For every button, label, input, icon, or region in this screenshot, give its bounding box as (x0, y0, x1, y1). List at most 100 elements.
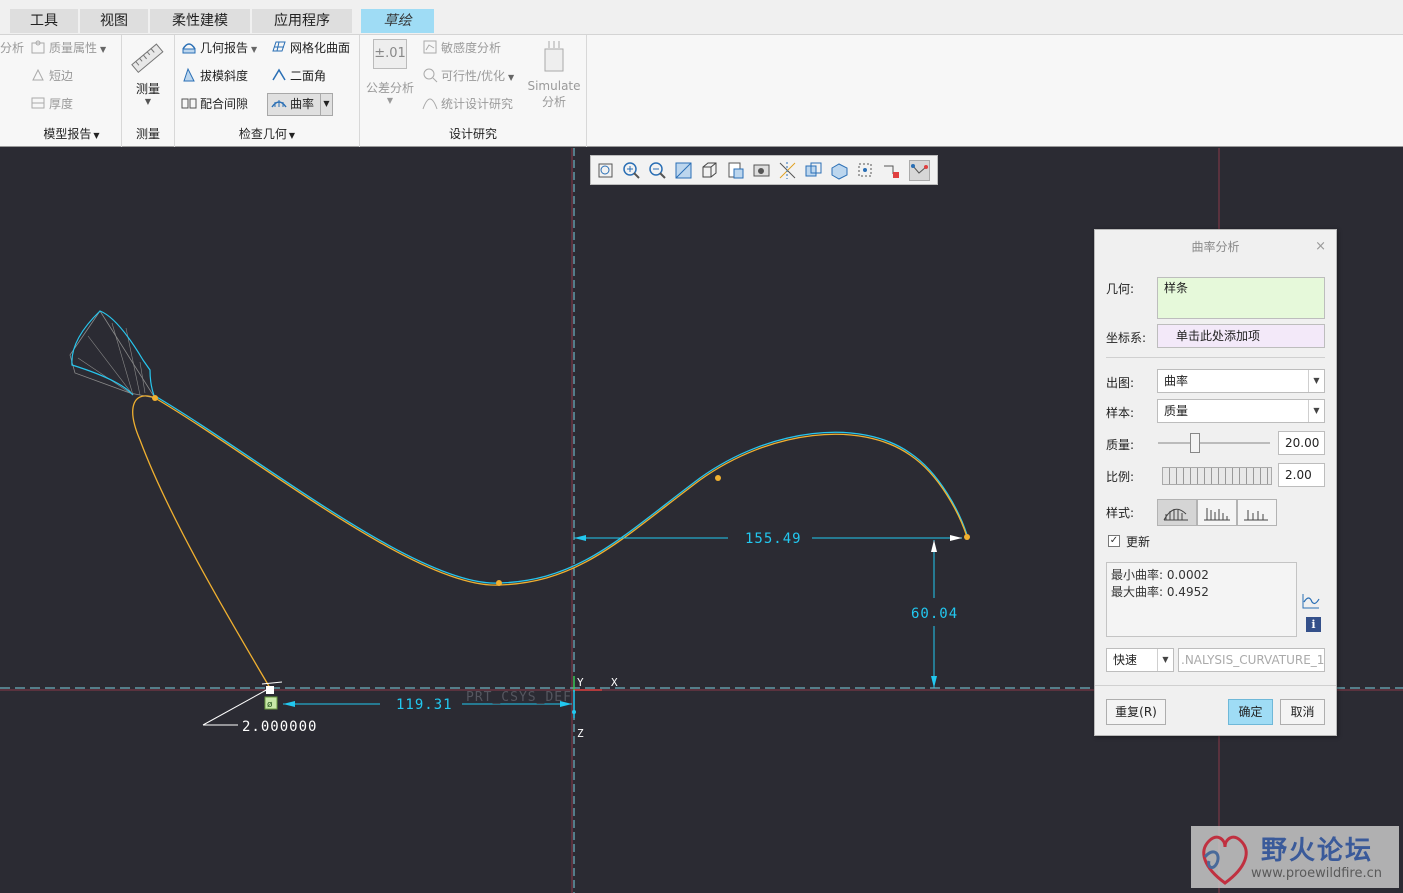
tab-tools[interactable]: 工具 (10, 9, 78, 33)
spline-point-3[interactable] (715, 475, 721, 481)
short-edge-button[interactable]: 短边 (30, 66, 73, 86)
graphics-toolbar (590, 155, 938, 185)
zoom-in-icon[interactable] (621, 160, 642, 181)
mesh-surface-label: 网格化曲面 (290, 41, 351, 55)
spline-point-1[interactable] (152, 395, 158, 401)
plot-select[interactable]: 曲率 ▼ (1157, 369, 1325, 393)
cancel-button[interactable]: 取消 (1280, 699, 1325, 725)
geometry-collector[interactable]: 样条 (1157, 277, 1325, 319)
clearance-button[interactable]: 配合间隙 (181, 94, 248, 114)
statistical-study-button[interactable]: 统计设计研究 (422, 94, 513, 114)
tab-applications[interactable]: 应用程序 (252, 9, 352, 33)
spline-point-2[interactable] (496, 580, 502, 586)
style-comb-button[interactable] (1157, 499, 1197, 526)
tolerance-analysis-label: 公差分析 (365, 81, 414, 95)
chevron-down-icon[interactable]: ▼ (320, 94, 332, 115)
chevron-down-icon: ▼ (386, 96, 394, 105)
measure-button[interactable]: 测量 ▼ (128, 39, 168, 106)
lines-style-icon (1244, 510, 1268, 521)
thickness-icon (30, 95, 46, 111)
vertex-display-icon[interactable] (909, 160, 930, 181)
scale-input[interactable]: 2.00 (1278, 463, 1325, 487)
thickness-button[interactable]: 厚度 (30, 94, 73, 114)
csys-collector[interactable]: 单击此处添加项 (1157, 324, 1325, 348)
dimension-vertical-60[interactable]: 60.04 (911, 540, 958, 688)
dihedral-angle-button[interactable]: 二面角 (271, 66, 326, 86)
update-checkbox[interactable]: ✓ (1108, 535, 1120, 547)
ok-button[interactable]: 确定 (1228, 699, 1273, 725)
draft-button[interactable]: 拔模斜度 (181, 66, 248, 86)
info-icon[interactable]: i (1306, 617, 1321, 632)
chevron-down-icon[interactable]: ▼ (1157, 649, 1173, 671)
axis-z-label: Z (577, 727, 584, 740)
zoom-out-icon[interactable] (647, 160, 668, 181)
group-design-study: ±.01 公差分析 ▼ 敏感度分析 可行性/优化 ▼ 统计设计研究 Simulat… (360, 35, 587, 147)
clearance-icon (181, 95, 197, 111)
spin-center-icon[interactable] (803, 160, 824, 181)
curvature-comb (69, 310, 968, 584)
group-label-model-report[interactable]: 模型报告 ▼ (22, 123, 121, 145)
feasibility-button[interactable]: 可行性/优化 ▼ (422, 66, 514, 86)
refit-icon[interactable] (595, 160, 616, 181)
watermark-title: 野火论坛 (1261, 836, 1374, 866)
tolerance-icon: ±.01 (373, 39, 407, 69)
datum-display-icon[interactable] (777, 160, 798, 181)
close-icon[interactable]: × (1315, 230, 1326, 264)
curvature-label: 曲率 (290, 97, 315, 111)
quality-slider-track[interactable] (1158, 442, 1270, 444)
endpoint-marker[interactable] (266, 686, 274, 694)
coordinate-system[interactable]: PRT_CSYS_DEF Y X Z (466, 676, 618, 740)
group-model-report: 质量属性 ▼ 短边 厚度 模型报告 ▼ (22, 35, 122, 147)
repaint-icon[interactable] (673, 160, 694, 181)
mode-select[interactable]: 快速 ▼ (1106, 648, 1174, 672)
plot-select-value: 曲率 (1164, 374, 1189, 388)
group-label-design-study: 设计研究 (448, 127, 497, 141)
sample-select-value: 质量 (1164, 404, 1189, 418)
display-style-icon[interactable] (699, 160, 720, 181)
short-edge-label: 短边 (49, 69, 74, 83)
analysis-name-input[interactable]: .NALYSIS_CURVATURE_1 (1178, 648, 1325, 672)
group-measure: 测量 ▼ 测量 (122, 35, 175, 147)
curvature-button[interactable]: 曲率 ▼ (267, 93, 333, 116)
comb-style-icon (1163, 508, 1188, 521)
graph-icon[interactable] (1301, 590, 1321, 610)
saved-orientations-icon[interactable] (725, 160, 746, 181)
style-lines-button[interactable] (1237, 499, 1277, 526)
divider (1095, 685, 1336, 686)
scale-wheel[interactable] (1162, 467, 1272, 485)
update-label: 更新 (1126, 535, 1151, 549)
feasibility-label: 可行性/优化 (441, 69, 506, 83)
mass-properties-button[interactable]: 质量属性 ▼ (30, 38, 106, 58)
sample-select[interactable]: 质量 ▼ (1157, 399, 1325, 423)
max-curvature-text: 最大曲率: 0.4952 (1111, 585, 1209, 599)
style-bars-button[interactable] (1197, 499, 1237, 526)
constraint-display-icon[interactable] (881, 160, 902, 181)
quality-input[interactable]: 20.00 (1278, 431, 1325, 455)
repeat-button[interactable]: 重复(R) (1106, 699, 1166, 725)
sensitivity-analysis-button[interactable]: 敏感度分析 (422, 38, 501, 58)
simulate-analysis-button[interactable]: Simulate 分析 (526, 39, 582, 110)
spline[interactable] (132, 395, 970, 689)
mesh-surface-button[interactable]: 网格化曲面 (271, 38, 350, 58)
chevron-down-icon[interactable]: ▼ (1308, 370, 1324, 392)
tab-flexible-modeling[interactable]: 柔性建模 (150, 9, 250, 33)
mode-select-value: 快速 (1113, 653, 1138, 667)
geometry-report-button[interactable]: 几何报告 ▼ (181, 38, 257, 58)
tab-view[interactable]: 视图 (80, 9, 148, 33)
dialog-title[interactable]: 曲率分析 (1095, 230, 1336, 264)
axis-x-label: X (611, 676, 618, 689)
group-label-inspect-geometry[interactable]: 检查几何 ▼ (175, 123, 359, 145)
draft-icon (181, 67, 197, 83)
quality-slider-thumb[interactable] (1190, 433, 1200, 453)
geometry-report-icon (181, 39, 197, 55)
tolerance-analysis-button[interactable]: ±.01 公差分析 ▼ (364, 39, 416, 105)
chevron-down-icon[interactable]: ▼ (1308, 400, 1324, 422)
axis-y-label: Y (577, 676, 584, 689)
view-manager-icon[interactable] (751, 160, 772, 181)
tab-sketch[interactable]: 草绘 (361, 9, 434, 33)
dimension-horizontal-155[interactable]: 155.49 (574, 531, 962, 547)
spline-point-4[interactable] (964, 534, 970, 540)
annotation-display-icon[interactable] (829, 160, 850, 181)
sketch-display-icon[interactable] (855, 160, 876, 181)
scale-label: 比例: (1106, 470, 1135, 484)
